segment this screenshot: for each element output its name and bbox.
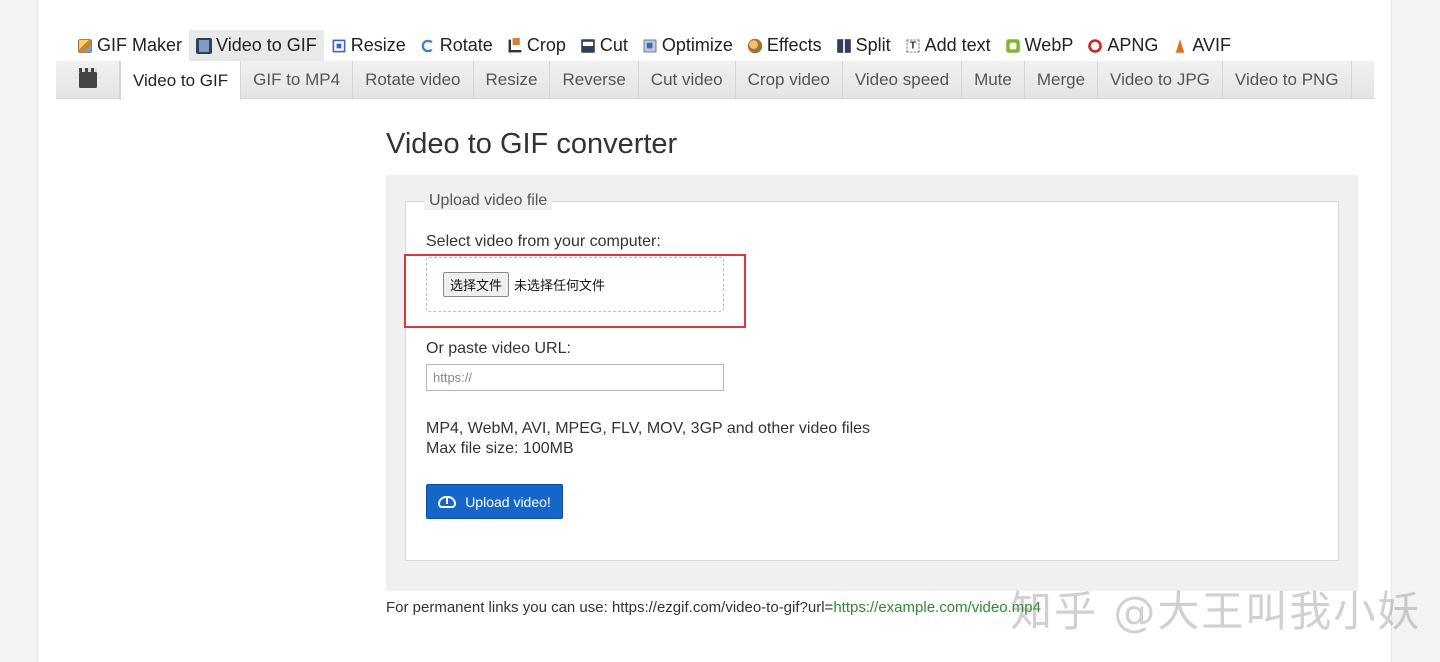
file-info: MP4, WebM, AVI, MPEG, FLV, MOV, 3GP and …	[426, 419, 870, 459]
topnav-label: Crop	[526, 35, 566, 55]
subtab-rotate-video[interactable]: Rotate video	[353, 61, 474, 98]
highlight-box	[404, 254, 746, 328]
topnav-label: Rotate	[439, 35, 493, 55]
resize-icon	[332, 39, 346, 52]
topnav-label: WebP	[1024, 35, 1074, 55]
subtab-video-to-jpg[interactable]: Video to JPG	[1098, 61, 1223, 98]
apng-icon	[1088, 38, 1103, 53]
topnav-avif[interactable]: AVIF	[1165, 30, 1238, 61]
topnav-label: Resize	[350, 35, 406, 55]
top-nav: GIF Maker Video to GIF Resize Rotate Cro…	[70, 30, 1238, 61]
subtab-video-speed[interactable]: Video speed	[843, 61, 963, 98]
subtab-video-to-png[interactable]: Video to PNG	[1223, 61, 1352, 98]
select-file-label: Select video from your computer:	[426, 233, 661, 250]
rotate-icon	[421, 39, 435, 52]
topnav-label: Effects	[766, 35, 822, 55]
gif-maker-icon	[78, 38, 92, 53]
topnav-label: Add text	[924, 35, 991, 55]
topnav-split[interactable]: Split	[829, 30, 898, 61]
subtab-merge[interactable]: Merge	[1025, 61, 1099, 98]
supported-formats: MP4, WebM, AVI, MPEG, FLV, MOV, 3GP and …	[426, 420, 871, 437]
topnav-rotate[interactable]: Rotate	[413, 30, 500, 61]
cloud-upload-icon	[438, 495, 457, 508]
optimize-icon	[643, 39, 657, 52]
topnav-label: Cut	[599, 35, 628, 55]
topnav-apng[interactable]: APNG	[1080, 30, 1165, 61]
subtab-video-to-gif[interactable]: Video to GIF	[120, 61, 242, 100]
topnav-cut[interactable]: Cut	[573, 30, 635, 61]
split-icon	[836, 38, 851, 53]
topnav-add-text[interactable]: Add text	[898, 30, 998, 61]
subtab-cut-video[interactable]: Cut video	[639, 61, 736, 98]
permalink-note: For permanent links you can use: https:/…	[386, 599, 1041, 616]
upload-button-label: Upload video!	[465, 493, 551, 510]
subtab-reverse[interactable]: Reverse	[550, 61, 639, 98]
topnav-video-to-gif[interactable]: Video to GIF	[189, 30, 324, 61]
topnav-crop[interactable]: Crop	[500, 30, 573, 61]
topnav-optimize[interactable]: Optimize	[635, 30, 740, 61]
webp-icon	[1005, 38, 1020, 53]
fieldset-legend: Upload video file	[424, 192, 553, 210]
subnav-home[interactable]	[56, 61, 120, 98]
avif-icon	[1174, 38, 1188, 53]
sub-nav: Video to GIF GIF to MP4 Rotate video Res…	[56, 61, 1374, 100]
page-container: GIF Maker Video to GIF Resize Rotate Cro…	[37, 0, 1392, 662]
topnav-gif-maker[interactable]: GIF Maker	[70, 30, 189, 61]
upload-video-button[interactable]: Upload video!	[426, 484, 563, 519]
topnav-effects[interactable]: Effects	[740, 30, 829, 61]
video-url-input[interactable]	[426, 364, 724, 391]
crop-icon	[508, 37, 522, 52]
subtab-crop-video[interactable]: Crop video	[736, 61, 843, 98]
cut-icon	[581, 38, 595, 53]
topnav-label: Split	[855, 35, 891, 55]
topnav-resize[interactable]: Resize	[324, 30, 413, 61]
subtab-resize[interactable]: Resize	[474, 61, 551, 98]
clapperboard-icon	[78, 67, 97, 88]
topnav-label: AVIF	[1192, 35, 1232, 55]
topnav-webp[interactable]: WebP	[998, 30, 1081, 61]
watermark: 知乎 @大王叫我小妖	[1010, 587, 1422, 636]
effects-icon	[747, 38, 763, 53]
subtab-gif-to-mp4[interactable]: GIF to MP4	[241, 61, 354, 98]
topnav-label: GIF Maker	[97, 35, 183, 55]
permalink-prefix: For permanent links you can use: https:/…	[386, 599, 834, 616]
topnav-label: Video to GIF	[216, 35, 317, 55]
subtab-mute[interactable]: Mute	[962, 61, 1025, 98]
film-icon	[196, 37, 213, 54]
url-label: Or paste video URL:	[426, 340, 571, 357]
topnav-label: APNG	[1107, 35, 1159, 55]
page-title: Video to GIF converter	[386, 128, 678, 160]
max-file-size: Max file size: 100MB	[426, 440, 574, 457]
upload-panel: Upload video file Select video from your…	[386, 175, 1358, 591]
topnav-label: Optimize	[661, 35, 733, 55]
add-text-icon	[906, 38, 919, 52]
